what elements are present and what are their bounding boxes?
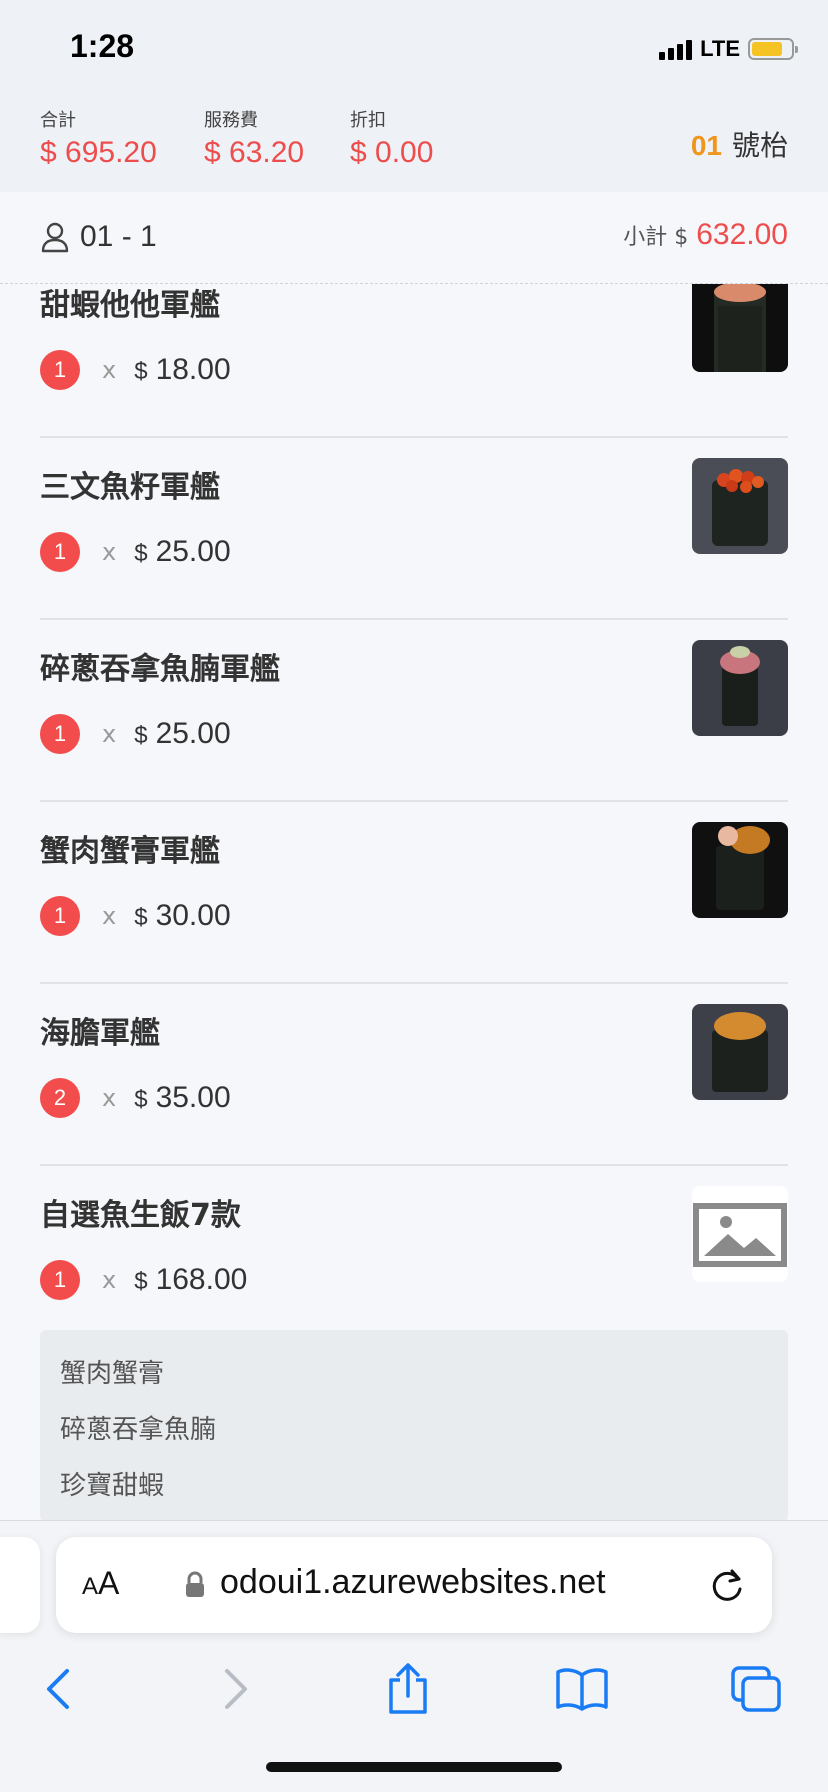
battery-icon bbox=[748, 38, 798, 60]
total-block: 合計 $ 695.20 bbox=[40, 106, 157, 170]
quantity-badge: 1 bbox=[40, 714, 80, 754]
item-price: $25.00 bbox=[134, 535, 231, 568]
discount-label: 折扣 bbox=[350, 110, 386, 131]
total-label: 合計 bbox=[40, 110, 76, 131]
previous-tab-preview[interactable] bbox=[0, 1537, 40, 1633]
seat-label: 01 - 1 bbox=[80, 220, 157, 253]
status-bar: 1:28 LTE bbox=[0, 0, 828, 96]
item-name: 甜蝦他他軍艦 bbox=[40, 288, 220, 323]
seat-info: 01 - 1 bbox=[40, 220, 157, 254]
quantity-badge: 1 bbox=[40, 532, 80, 572]
subtotal-value: 632.00 bbox=[696, 218, 788, 251]
item-name: 蟹肉蟹膏軍艦 bbox=[40, 834, 220, 869]
forward-icon[interactable] bbox=[206, 1649, 266, 1729]
status-time: 1:28 bbox=[70, 28, 135, 64]
table-number-value: 01 bbox=[690, 130, 722, 161]
item-image bbox=[692, 640, 788, 736]
url-text: odoui1.azurewebsites.net bbox=[220, 1563, 606, 1601]
item-price: $35.00 bbox=[134, 1081, 231, 1114]
times-sign: x bbox=[102, 356, 117, 384]
item-price: $25.00 bbox=[134, 717, 231, 750]
order-summary: 合計 $ 695.20 服務費 $ 63.20 折扣 $ 0.00 01 號枱 bbox=[0, 96, 828, 192]
service-label: 服務費 bbox=[204, 110, 258, 131]
service-block: 服務費 $ 63.20 bbox=[204, 106, 304, 170]
table-number: 01 號枱 bbox=[691, 124, 788, 164]
list-item[interactable]: 三文魚籽軍艦 1 x $25.00 bbox=[40, 438, 788, 620]
item-image bbox=[692, 284, 788, 372]
item-price: $168.00 bbox=[134, 1263, 248, 1296]
item-price: $30.00 bbox=[134, 899, 231, 932]
discount-block: 折扣 $ 0.00 bbox=[350, 106, 433, 170]
browser-toolbar bbox=[0, 1649, 828, 1729]
times-sign: x bbox=[102, 902, 117, 930]
total-value: $ 695.20 bbox=[40, 136, 157, 169]
status-indicators: LTE bbox=[659, 36, 798, 62]
signal-icon bbox=[659, 38, 693, 60]
list-item[interactable]: 海膽軍艦 2 x $35.00 bbox=[40, 984, 788, 1166]
bookmarks-icon[interactable] bbox=[552, 1649, 612, 1729]
sub-item: 碎蔥吞拿魚腩 bbox=[60, 1415, 217, 1445]
item-name: 碎蔥吞拿魚腩軍艦 bbox=[40, 652, 280, 687]
seat-row[interactable]: 01 - 1 小計 $ 632.00 bbox=[0, 192, 828, 284]
service-value: $ 63.20 bbox=[204, 136, 305, 169]
subtotal: 小計 $ 632.00 bbox=[623, 218, 788, 252]
table-number-suffix: 號枱 bbox=[731, 129, 788, 162]
sub-items-box: 蟹肉蟹膏 碎蔥吞拿魚腩 珍寶甜蝦 bbox=[40, 1330, 788, 1520]
text-size-button[interactable]: AA bbox=[82, 1565, 119, 1602]
times-sign: x bbox=[102, 720, 117, 748]
sub-item: 蟹肉蟹膏 bbox=[60, 1359, 165, 1389]
image-placeholder-icon bbox=[692, 1186, 788, 1282]
network-label: LTE bbox=[700, 36, 740, 61]
quantity-badge: 1 bbox=[40, 1260, 80, 1300]
list-item[interactable]: 自選魚生飯7款 1 x $168.00 蟹肉蟹膏 碎蔥吞拿魚腩 珍寶甜蝦 bbox=[40, 1166, 788, 1520]
times-sign: x bbox=[102, 1084, 117, 1112]
person-icon bbox=[41, 222, 69, 253]
item-image bbox=[692, 822, 788, 918]
item-name: 自選魚生飯7款 bbox=[40, 1198, 241, 1233]
quantity-badge: 1 bbox=[40, 896, 80, 936]
quantity-badge: 2 bbox=[40, 1078, 80, 1118]
item-name: 海膽軍艦 bbox=[40, 1016, 160, 1051]
item-image bbox=[692, 1004, 788, 1100]
times-sign: x bbox=[102, 1266, 117, 1294]
item-price: $18.00 bbox=[134, 353, 231, 386]
item-image bbox=[692, 458, 788, 554]
home-indicator[interactable] bbox=[266, 1762, 562, 1772]
lock-icon bbox=[186, 1571, 204, 1597]
times-sign: x bbox=[102, 538, 117, 566]
list-item[interactable]: 碎蔥吞拿魚腩軍艦 1 x $25.00 bbox=[40, 620, 788, 802]
back-icon[interactable] bbox=[28, 1649, 88, 1729]
quantity-badge: 1 bbox=[40, 350, 80, 390]
browser-chrome: AA odoui1.azurewebsites.net bbox=[0, 1520, 828, 1792]
tabs-icon[interactable] bbox=[726, 1649, 786, 1729]
subtotal-label: 小計 $ bbox=[623, 225, 689, 250]
reload-icon[interactable] bbox=[708, 1565, 746, 1605]
discount-value: $ 0.00 bbox=[350, 136, 434, 169]
list-item[interactable]: 甜蝦他他軍艦 1 x $18.00 bbox=[40, 284, 788, 438]
address-bar[interactable]: AA odoui1.azurewebsites.net bbox=[56, 1537, 772, 1633]
share-icon[interactable] bbox=[378, 1649, 438, 1729]
order-list[interactable]: 甜蝦他他軍艦 1 x $18.00 三文魚籽軍艦 1 x $25.00 碎蔥吞拿… bbox=[0, 284, 828, 1520]
item-name: 三文魚籽軍艦 bbox=[40, 470, 220, 505]
list-item[interactable]: 蟹肉蟹膏軍艦 1 x $30.00 bbox=[40, 802, 788, 984]
sub-item: 珍寶甜蝦 bbox=[60, 1471, 165, 1501]
